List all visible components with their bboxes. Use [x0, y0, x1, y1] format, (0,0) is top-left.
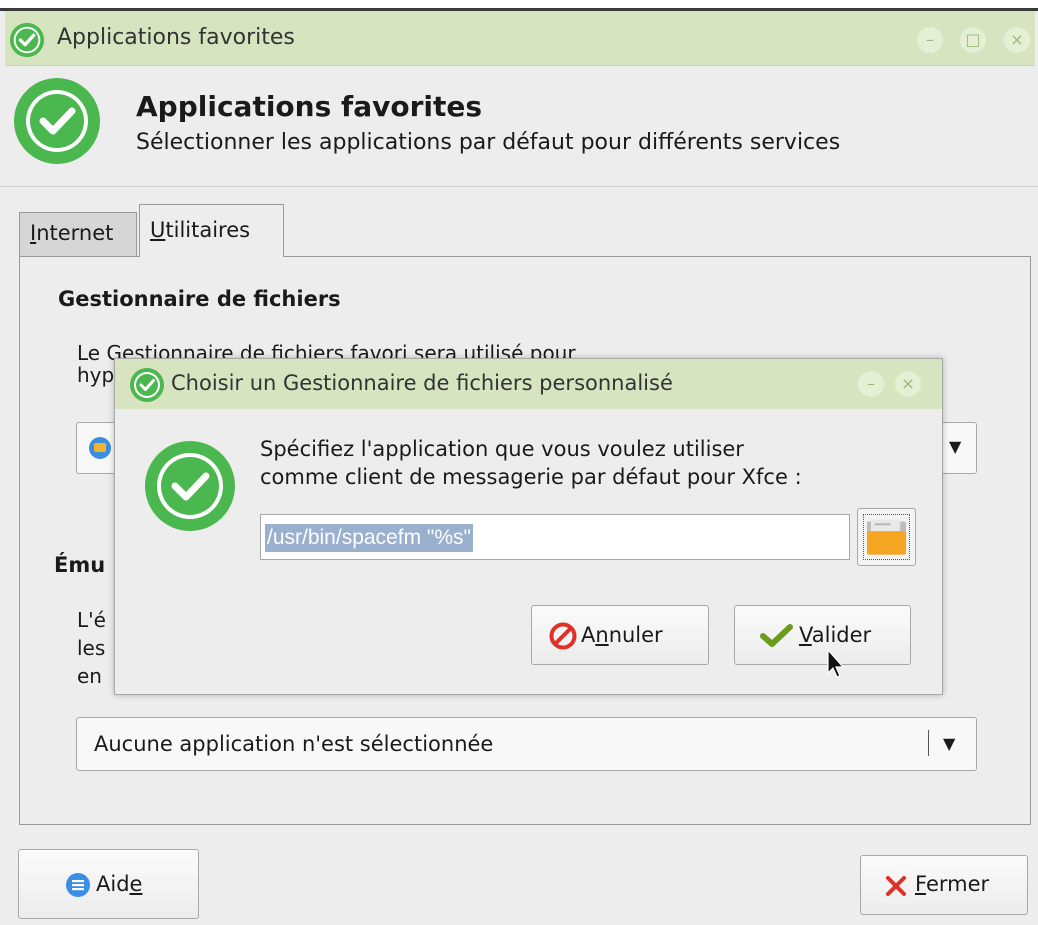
cancel-icon: [549, 622, 577, 650]
checkmark-icon: [760, 624, 793, 647]
minimize-icon: –: [926, 30, 934, 49]
terminal-description-3: en: [77, 664, 102, 688]
terminal-title: Ému: [54, 553, 106, 577]
command-input[interactable]: /usr/bin/spacefm "%s": [260, 514, 850, 560]
help-icon: [66, 873, 90, 897]
tab-utilitaires[interactable]: Utilitaires: [139, 204, 284, 257]
dialog-title: Choisir un Gestionnaire de fichiers pers…: [171, 371, 673, 395]
window-titlebar[interactable]: Applications favorites – □ ×: [5, 11, 1035, 66]
close-x-icon: ×: [901, 374, 915, 393]
maximize-button[interactable]: □: [960, 27, 986, 53]
cancel-button-label: Annuler: [581, 623, 663, 647]
file-manager-title: Gestionnaire de fichiers: [58, 287, 341, 311]
chevron-down-icon: ▼: [943, 734, 956, 753]
page-subtitle: Sélectionner les applications par défaut…: [136, 130, 841, 155]
minimize-icon: –: [867, 374, 875, 393]
mouse-cursor-icon: [827, 648, 845, 678]
check-circle-icon: [130, 368, 164, 402]
file-manager-description-line2: hyp: [77, 363, 115, 387]
check-circle-icon: [9, 22, 45, 58]
dialog-close-button[interactable]: ×: [895, 371, 921, 397]
combo-separator: [928, 730, 929, 756]
terminal-combo-value: Aucune application n'est sélectionnée: [94, 732, 494, 756]
ok-button-label: Valider: [799, 623, 872, 647]
window-close-button[interactable]: ×: [1004, 27, 1030, 53]
terminal-description-1: L'é: [77, 608, 106, 632]
ok-button[interactable]: Valider: [734, 605, 911, 665]
check-circle-icon: [145, 441, 235, 531]
dialog-titlebar[interactable]: Choisir un Gestionnaire de fichiers pers…: [115, 359, 942, 409]
maximize-icon: □: [965, 30, 981, 49]
window-title: Applications favorites: [57, 25, 295, 50]
custom-file-manager-dialog: Choisir un Gestionnaire de fichiers pers…: [114, 358, 943, 695]
browse-focus-ring: [863, 514, 910, 560]
command-input-value: /usr/bin/spacefm "%s": [265, 524, 473, 552]
dialog-message-line1: Spécifiez l'application que vous voulez …: [260, 437, 744, 461]
dialog-minimize-button[interactable]: –: [858, 371, 884, 397]
folder-icon: [866, 519, 907, 555]
terminal-description-2: les: [77, 636, 106, 660]
close-x-icon: ×: [1010, 30, 1024, 49]
dialog-message-line2: comme client de messagerie par défaut po…: [260, 465, 802, 489]
chevron-down-icon: ▼: [949, 437, 962, 456]
check-circle-icon: [14, 78, 100, 164]
browse-button[interactable]: [857, 508, 916, 566]
terminal-combo[interactable]: Aucune application n'est sélectionnée ▼: [76, 717, 977, 771]
help-button[interactable]: Aide: [18, 849, 199, 919]
close-button-label: Fermer: [915, 872, 990, 896]
close-icon: [886, 876, 906, 896]
tab-internet-label: Internet: [30, 221, 114, 245]
help-button-label: Aide: [96, 872, 143, 896]
page-title: Applications favorites: [136, 90, 483, 123]
dialog-message: Spécifiez l'application que vous voulez …: [260, 435, 802, 491]
header-divider: [0, 186, 1038, 187]
close-button[interactable]: Fermer: [860, 855, 1028, 915]
app-icon: [89, 437, 111, 459]
tab-utilitaires-label: Utilitaires: [150, 218, 251, 242]
tab-internet[interactable]: Internet: [19, 212, 137, 256]
minimize-button[interactable]: –: [917, 27, 943, 53]
cancel-button[interactable]: Annuler: [531, 605, 709, 665]
